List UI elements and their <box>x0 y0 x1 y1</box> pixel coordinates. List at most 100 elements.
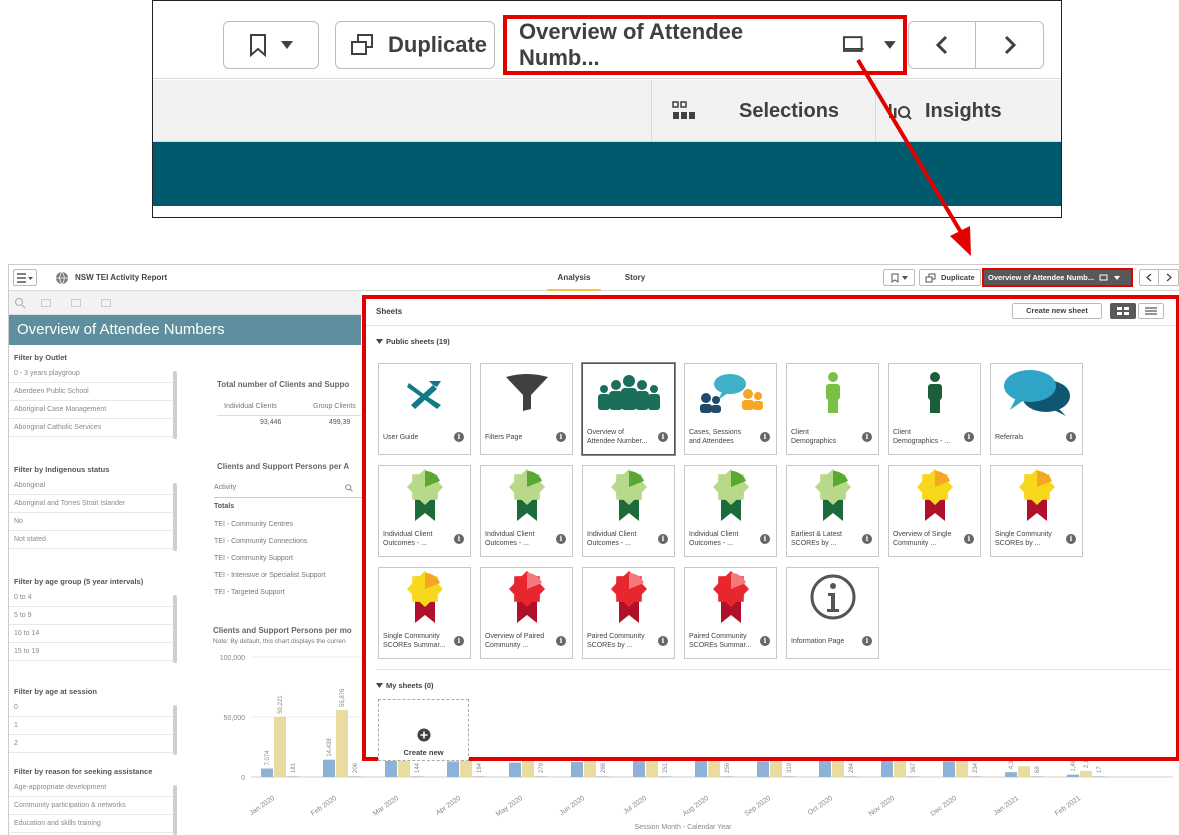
table-row[interactable]: TEI - Community Connections <box>214 538 307 545</box>
bookmark-button[interactable] <box>223 21 319 69</box>
step-back-icon[interactable] <box>41 299 51 307</box>
bar[interactable] <box>571 762 583 777</box>
list-item[interactable]: Not stated <box>9 531 177 549</box>
list-item[interactable]: 1 <box>9 717 177 735</box>
list-item[interactable]: Education and skills training <box>9 815 177 833</box>
list-item[interactable]: Community participation & networks <box>9 797 177 815</box>
bar[interactable] <box>509 762 521 777</box>
bar[interactable] <box>261 768 273 777</box>
duplicate-button[interactable]: Duplicate <box>919 269 981 286</box>
tab-analysis[interactable]: Analysis <box>547 265 601 291</box>
info-icon[interactable]: i <box>760 432 770 442</box>
sheet-card[interactable]: Overview of Attendee Number... i <box>582 363 675 455</box>
list-item[interactable]: No <box>9 513 177 531</box>
table-row[interactable]: TEI - Community Centres <box>214 521 293 528</box>
bar[interactable] <box>633 760 645 777</box>
scrollbar[interactable] <box>173 371 177 439</box>
sheet-card[interactable]: Filters Page i <box>480 363 573 455</box>
info-icon[interactable]: i <box>1066 534 1076 544</box>
list-item[interactable]: Aboriginal Case Management <box>9 401 177 419</box>
info-icon[interactable]: i <box>1066 432 1076 442</box>
sheet-card[interactable]: Overview of Paired Community ... i <box>480 567 573 659</box>
bar[interactable] <box>969 776 981 777</box>
bar[interactable] <box>845 776 857 777</box>
navigation-menu-button[interactable] <box>13 269 37 286</box>
list-item[interactable]: Age-appropriate development <box>9 779 177 797</box>
list-item[interactable]: Aboriginal <box>9 477 177 495</box>
bar[interactable] <box>1080 771 1092 777</box>
activity-column-header[interactable]: Activity <box>214 484 362 498</box>
next-sheet-button[interactable] <box>1159 270 1178 285</box>
list-item[interactable]: 10 to 14 <box>9 625 177 643</box>
smart-search-icon[interactable] <box>14 297 26 309</box>
step-forward-icon[interactable] <box>71 299 81 307</box>
list-item[interactable]: Aboriginal and Torres Strait Islander <box>9 495 177 513</box>
sheet-card[interactable]: Paired Community SCOREs Summar... i <box>684 567 777 659</box>
bar[interactable] <box>597 776 609 777</box>
bar[interactable] <box>819 760 831 777</box>
scrollbar[interactable] <box>173 705 177 755</box>
info-icon[interactable]: i <box>556 534 566 544</box>
next-sheet-button[interactable] <box>976 22 1043 68</box>
list-item[interactable]: 0 - 3 years playgroup <box>9 365 177 383</box>
tab-story[interactable]: Story <box>615 265 655 291</box>
filter-reason-for-assistance[interactable]: Filter by reason for seeking assistance … <box>9 763 177 835</box>
bar[interactable] <box>881 760 893 777</box>
info-icon[interactable]: i <box>760 534 770 544</box>
selections-button[interactable]: Selections <box>651 80 871 142</box>
info-icon[interactable]: i <box>964 432 974 442</box>
bar[interactable] <box>1093 776 1105 777</box>
bar[interactable] <box>783 776 795 777</box>
table-row[interactable]: TEI - Intensive or Specialist Support <box>214 572 326 579</box>
clear-selections-icon[interactable] <box>101 299 111 307</box>
filter-age-group[interactable]: Filter by age group (5 year intervals) 0… <box>9 573 177 663</box>
info-icon[interactable]: i <box>862 432 872 442</box>
bar[interactable] <box>473 776 485 777</box>
sheet-card[interactable]: Cases, Sessions and Attendees i <box>684 363 777 455</box>
info-icon[interactable]: i <box>964 534 974 544</box>
bar[interactable] <box>323 759 335 777</box>
my-sheets-toggle[interactable]: My sheets (0) <box>376 681 434 690</box>
list-item[interactable]: Aberdeen Public School <box>9 383 177 401</box>
bar[interactable] <box>274 716 286 777</box>
scrollbar[interactable] <box>173 785 177 835</box>
previous-sheet-button[interactable] <box>1140 270 1160 285</box>
sheet-card[interactable]: Client Demographics i <box>786 363 879 455</box>
sheet-card[interactable]: Individual Client Outcomes - ... i <box>480 465 573 557</box>
sheet-card[interactable]: Individual Client Outcomes - ... i <box>684 465 777 557</box>
bar[interactable] <box>385 760 397 777</box>
bar[interactable] <box>659 776 671 777</box>
sheet-card[interactable]: Individual Client Outcomes - ... i <box>378 465 471 557</box>
sheet-card[interactable]: Single Community SCOREs by ... i <box>990 465 1083 557</box>
sheet-card[interactable]: Earliest & Latest SCOREs by ... i <box>786 465 879 557</box>
bar[interactable] <box>695 760 707 777</box>
info-icon[interactable]: i <box>658 432 668 442</box>
list-item[interactable]: Aboriginal Catholic Services <box>9 419 177 437</box>
bar[interactable] <box>411 776 423 777</box>
info-icon[interactable]: i <box>862 534 872 544</box>
create-new-sheet-card[interactable]: Create new <box>378 699 469 761</box>
bookmark-button[interactable] <box>883 269 915 286</box>
list-item[interactable]: 0 <box>9 699 177 717</box>
info-icon[interactable]: i <box>760 636 770 646</box>
info-icon[interactable]: i <box>454 432 464 442</box>
sheet-title-dropdown[interactable]: Overview of Attendee Numb... <box>982 268 1133 287</box>
sheet-card[interactable]: Referrals i <box>990 363 1083 455</box>
filter-indigenous-status[interactable]: Filter by Indigenous status Aboriginal A… <box>9 461 177 551</box>
info-icon[interactable]: i <box>556 432 566 442</box>
bar[interactable] <box>1031 776 1043 777</box>
search-icon[interactable] <box>345 484 353 492</box>
sheet-card[interactable]: Overview of Single Community ... i <box>888 465 981 557</box>
bar[interactable] <box>447 761 459 777</box>
filter-outlet[interactable]: Filter by Outlet 0 - 3 years playgroup A… <box>9 349 177 439</box>
sheet-card[interactable]: Information Page i <box>786 567 879 659</box>
scrollbar[interactable] <box>173 595 177 663</box>
list-item[interactable]: 2 <box>9 735 177 753</box>
sheet-card[interactable]: Individual Client Outcomes - ... i <box>582 465 675 557</box>
filter-age-at-session[interactable]: Filter by age at session 0 1 2 <box>9 683 177 755</box>
list-item[interactable]: 5 to 9 <box>9 607 177 625</box>
bar[interactable] <box>1005 772 1017 777</box>
bar[interactable] <box>535 776 547 777</box>
info-icon[interactable]: i <box>454 636 464 646</box>
bar[interactable] <box>757 761 769 777</box>
